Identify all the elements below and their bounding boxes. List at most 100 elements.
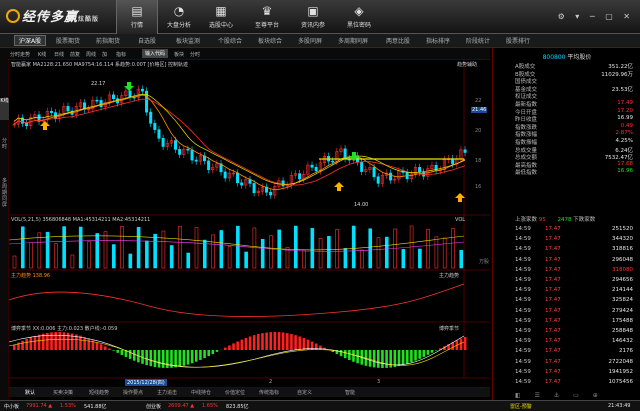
toolbar-item[interactable]: 周线 [86, 51, 96, 58]
indicator-tab[interactable]: 短线趋势 [89, 389, 109, 396]
histogram-bar [426, 350, 430, 355]
tick-price: 17.47 [545, 236, 561, 243]
menu-item[interactable]: 板块综合 [258, 36, 282, 45]
sell-arrow-icon [124, 82, 134, 91]
histogram-bar [286, 333, 289, 350]
indicator-tab[interactable]: 中线持仓 [191, 389, 211, 396]
histogram-bar [298, 336, 302, 350]
tick-time: 14:59 [515, 307, 531, 314]
menu-item[interactable]: 前指期货 [96, 36, 120, 45]
window-controls[interactable]: ⚙ ▾ ─ ▢ ✕ [558, 12, 634, 21]
tick-price: 17.47 [545, 256, 561, 263]
histogram-bar [397, 350, 401, 367]
histogram-bar [112, 350, 115, 351]
nav-quotes[interactable]: ▤ 行情 [116, 0, 158, 34]
menu-item[interactable]: 指标排序 [426, 36, 450, 45]
histogram-bar [54, 332, 57, 350]
menu-item[interactable]: 股票排行 [506, 36, 530, 45]
histogram-bar [269, 332, 273, 350]
status-label: 中小板 [4, 404, 20, 410]
menu-item[interactable]: 沪深A股 [14, 35, 47, 46]
menu-item[interactable]: 股票期货 [56, 36, 80, 45]
indicator-tab[interactable]: 主力追击 [157, 389, 177, 396]
toolbar-item[interactable]: 指标 [116, 51, 126, 58]
tick-volume: 258848 [612, 328, 633, 334]
tick-price: 17.47 [545, 226, 561, 232]
menu-item[interactable]: 自选股 [138, 36, 156, 45]
indicator-tab[interactable]: 智能 [345, 389, 355, 396]
nav-secret[interactable]: ◈ 黑位密码 [338, 0, 380, 34]
tick-volume: 294656 [612, 277, 633, 283]
histogram-bar [211, 350, 215, 355]
zl-header: 主力趋势 138.96 [11, 273, 51, 279]
candle-body [140, 88, 144, 92]
toolbar-item[interactable]: 前复 [70, 51, 80, 58]
histogram-bar [281, 332, 285, 350]
vtab-intraday[interactable]: 分时 [0, 138, 9, 162]
status-value: 1.65% [202, 403, 218, 409]
tick-time: 14:59 [515, 317, 531, 324]
quote-row: 国债成交 [515, 77, 637, 85]
quote-row: 最新指数 17.49 [515, 100, 637, 108]
indicator-tab[interactable]: 传统指标 [259, 389, 279, 396]
panel-icons[interactable]: ◧ ☰ ⚓ ▭ ⊕ [515, 392, 635, 399]
toolbar-item[interactable]: 分时走势 [10, 51, 30, 58]
vtab-kline[interactable]: K线 [0, 98, 9, 120]
histogram-bar [414, 350, 417, 361]
kline-chart-svg[interactable] [8, 60, 490, 387]
menu-item[interactable]: 阶段统计 [466, 36, 490, 45]
menu-item[interactable]: 个股综合 [218, 36, 242, 45]
histogram-bar [248, 336, 252, 350]
volume-bar [368, 228, 373, 269]
tick-row: 14:59 17.47 318816 [515, 246, 637, 255]
symbol-search-input[interactable]: 输入代码 [142, 49, 169, 58]
tick-row: 14:59 17.47 258848 [515, 328, 637, 337]
indicator-tab[interactable]: 自定义 [297, 389, 312, 396]
candle-body [240, 182, 244, 186]
histogram-bar [434, 350, 438, 351]
tick-row: 14:59 17.47 251520 [515, 226, 637, 235]
candle-body [207, 160, 211, 170]
toolbar-item[interactable]: 板块 [174, 51, 184, 58]
tick-time: 14:59 [515, 297, 531, 304]
menu-item[interactable]: 多股同屏 [298, 36, 322, 45]
toolbar-item[interactable]: 日线 [54, 51, 64, 58]
menu-item[interactable]: 多周期同屏 [338, 36, 368, 45]
tick-row: 14:59 17.47 296048 [515, 257, 637, 266]
menu-item[interactable]: 板块监测 [176, 36, 200, 45]
candle-body [372, 167, 376, 178]
buy-arrow-icon [40, 121, 50, 130]
histogram-bar [95, 342, 99, 350]
quote-row: 最高指数 17.68 [515, 161, 637, 169]
candle-body [186, 148, 190, 151]
tick-row: 14:59 17.47 318080 [515, 267, 637, 276]
indicator-tab[interactable]: 价值定位 [225, 389, 245, 396]
volume-bar [236, 225, 240, 269]
vol-header: VOL(5,21,5) 356806848 MA1:45314211 MA2:4… [11, 217, 151, 223]
grid-icon: ▦ [215, 4, 227, 18]
chart-area[interactable]: 智能赢家 MA2128:21.650 MA9754:16.114 系趋势:0.0… [8, 60, 490, 387]
volume-bar [310, 228, 315, 269]
nav-market-analysis[interactable]: ◔ 大盘分析 [158, 0, 200, 34]
volume-bar [426, 228, 430, 269]
indicator-tab[interactable]: 操作要点 [123, 389, 143, 396]
vtab-multi-period[interactable]: 多周期同屏 [0, 178, 9, 214]
toolbar-item[interactable]: K线 [38, 51, 46, 58]
menu-item[interactable]: 两意比股 [386, 36, 410, 45]
tick-volume: 2722048 [608, 358, 634, 365]
volume-bar [103, 231, 108, 269]
status-alert[interactable]: 雷区-预警 [510, 403, 532, 410]
histogram-bar [203, 350, 206, 359]
volume-bar [128, 253, 133, 269]
histogram-bar [277, 332, 281, 350]
nav-stock-picker[interactable]: ▦ 选股中心 [200, 0, 242, 34]
tick-price: 17.47 [545, 277, 561, 283]
toolbar-item[interactable]: 加 [102, 51, 107, 58]
nav-premium[interactable]: ♛ 至尊平台 [246, 0, 288, 34]
indicator-tab[interactable]: 买卖决策 [53, 389, 73, 396]
chart-indicator-header: 智能赢家 MA2128:21.650 MA9754:16.114 系趋势:0.0… [11, 62, 188, 68]
quote-row: 总成交量 6.24亿 [515, 146, 637, 154]
nav-news[interactable]: ▣ 资讯内参 [292, 0, 334, 34]
indicator-tab[interactable]: 默认 [25, 389, 35, 396]
toolbar-item[interactable]: 分时 [190, 51, 200, 58]
